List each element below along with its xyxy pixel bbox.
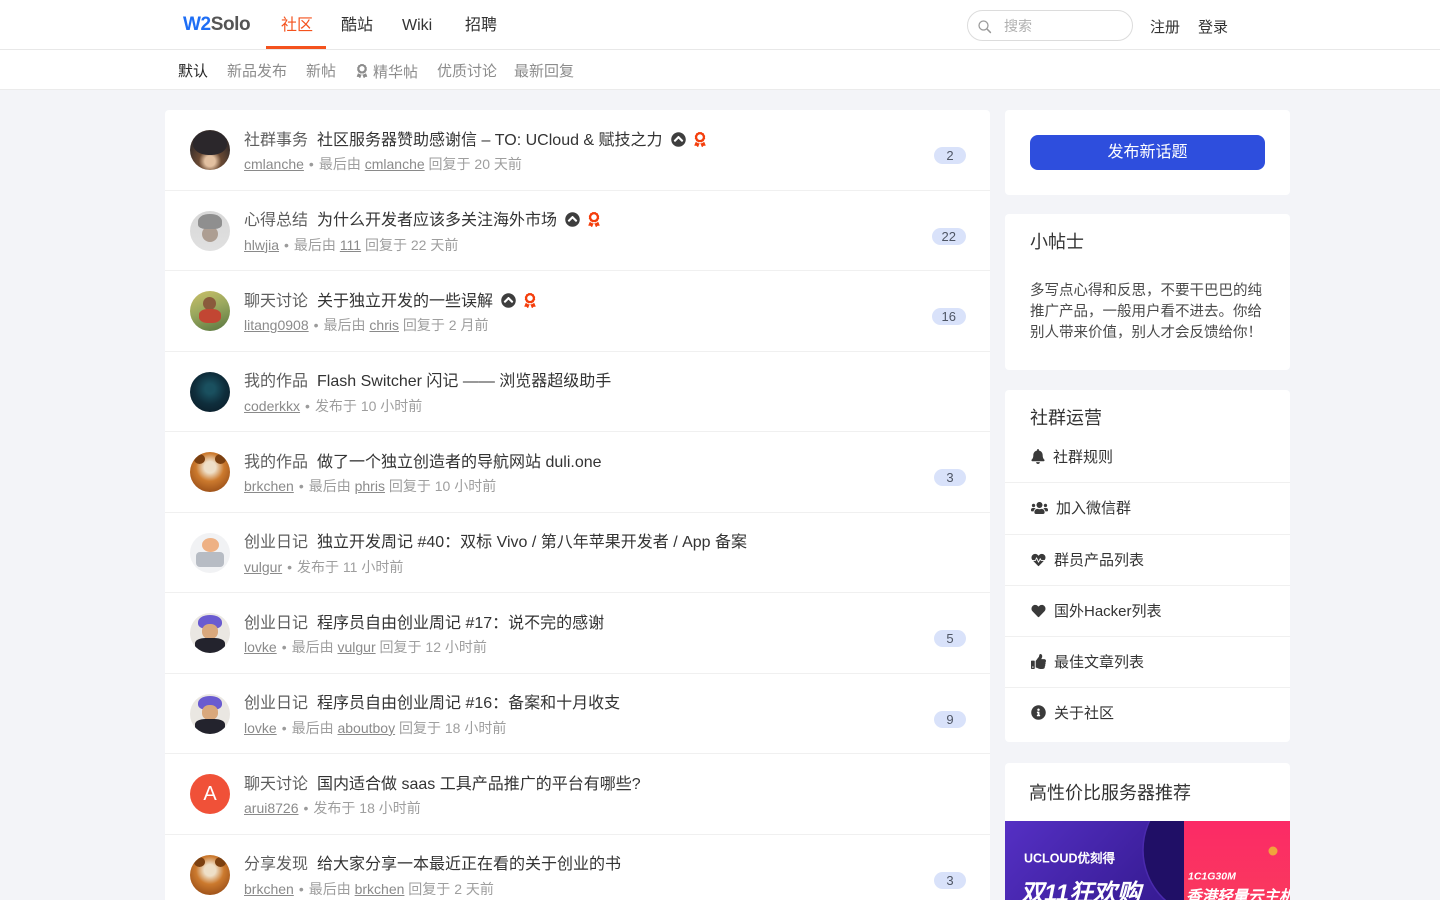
svg-text:香港轻量云主机: 香港轻量云主机 [1186, 888, 1290, 900]
svg-text:UCLOUD优刻得: UCLOUD优刻得 [1024, 851, 1115, 866]
svg-text:1C1G30M: 1C1G30M [1188, 871, 1236, 883]
svg-text:双11狂欢购: 双11狂欢购 [1020, 880, 1145, 900]
